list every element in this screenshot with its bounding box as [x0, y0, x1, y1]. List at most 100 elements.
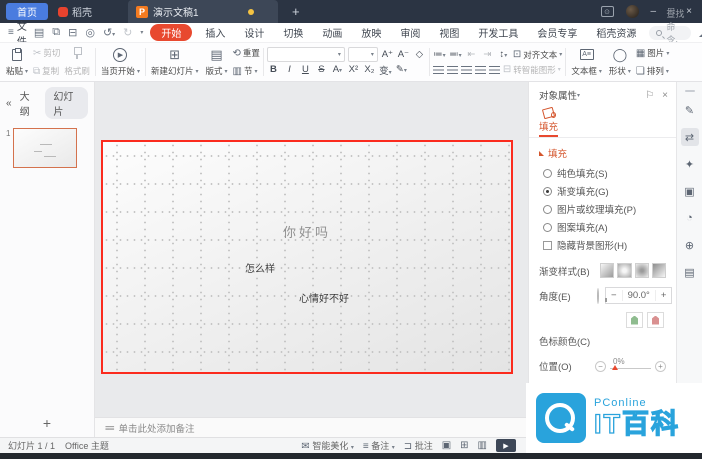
- ribbon-tab-animation[interactable]: 动画: [316, 24, 348, 41]
- gradient-swatch-2[interactable]: [617, 263, 631, 278]
- underline-button[interactable]: U: [299, 64, 312, 75]
- customize-quickbar-caret[interactable]: ▾: [140, 29, 143, 36]
- close-button[interactable]: ×: [686, 6, 692, 17]
- option-gradient-fill[interactable]: 渐变填充(G): [529, 182, 676, 200]
- ribbon-tab-devtools[interactable]: 开发工具: [472, 24, 524, 41]
- help-tool-icon[interactable]: ◔: [681, 209, 699, 227]
- effects-tool-icon[interactable]: ✦: [681, 155, 699, 173]
- slide-editing-area[interactable]: 你好吗 怎么样 心情好不好: [101, 140, 513, 374]
- position-decrease-button[interactable]: −: [595, 361, 606, 372]
- pin-panel-icon[interactable]: ⚐: [645, 90, 654, 101]
- ribbon-tab-home[interactable]: 开始: [150, 24, 192, 41]
- gradient-swatch-3[interactable]: [635, 263, 649, 278]
- start-slideshow-button[interactable]: ▶: [496, 439, 516, 452]
- slide-sorter-view-icon[interactable]: ⊞: [460, 440, 468, 451]
- ribbon-tab-slideshow[interactable]: 放映: [355, 24, 387, 41]
- resources-tool-icon[interactable]: ⊕: [681, 236, 699, 254]
- option-pattern-fill[interactable]: 图案填充(A): [529, 218, 676, 236]
- position-slider[interactable]: 0%: [610, 359, 651, 373]
- slide-text-3[interactable]: 心情好不好: [299, 290, 349, 305]
- theme-name[interactable]: Office 主题: [65, 439, 109, 452]
- slide-text-2[interactable]: 怎么样: [245, 260, 275, 275]
- angle-decrease-button[interactable]: −: [606, 290, 622, 301]
- panel-title[interactable]: 对象属性: [539, 88, 577, 102]
- remove-color-stop-button[interactable]: [647, 312, 664, 328]
- align-left-button[interactable]: [433, 66, 444, 74]
- reset-button[interactable]: ⟲重置: [232, 47, 259, 59]
- bold-button[interactable]: B: [267, 64, 280, 75]
- slide-title-text[interactable]: 你好吗: [103, 222, 511, 241]
- undo-button[interactable]: ↺▾: [103, 26, 115, 39]
- copy-button[interactable]: ⧉复制: [33, 65, 60, 77]
- add-slide-button[interactable]: +: [0, 415, 94, 431]
- angle-dial[interactable]: [597, 288, 599, 304]
- normal-view-icon[interactable]: ▣: [442, 440, 451, 451]
- increase-font-icon[interactable]: A⁺: [381, 49, 394, 60]
- ribbon-tab-review[interactable]: 审阅: [394, 24, 426, 41]
- export-icon[interactable]: ⧉: [52, 26, 60, 39]
- slide-thumbnail[interactable]: [13, 128, 77, 168]
- slides-tab[interactable]: 幻灯片: [45, 87, 88, 119]
- style-tool-icon[interactable]: ✎: [681, 101, 699, 119]
- align-center-button[interactable]: [447, 66, 458, 74]
- app-mode-icon[interactable]: ⊙: [601, 6, 614, 17]
- ribbon-tab-design[interactable]: 设计: [238, 24, 270, 41]
- font-size-select[interactable]: ▾: [348, 47, 378, 62]
- picture-button[interactable]: ▦图片▾: [636, 47, 669, 59]
- export-image-tool-icon[interactable]: ▤: [681, 263, 699, 281]
- option-solid-fill[interactable]: 纯色填充(S): [529, 164, 676, 182]
- distribute-button[interactable]: [489, 66, 500, 74]
- shapes-button[interactable]: ◯ 形状▾: [606, 45, 634, 79]
- font-color-button[interactable]: A▾: [331, 64, 344, 75]
- close-panel-icon[interactable]: ×: [662, 90, 668, 101]
- angle-increase-button[interactable]: +: [656, 290, 672, 301]
- ribbon-tab-member[interactable]: 会员专享: [531, 24, 583, 41]
- redo-button[interactable]: ↻: [123, 26, 132, 39]
- ribbon-tab-insert[interactable]: 插入: [199, 24, 231, 41]
- smart-beautify-button[interactable]: ✉ 智能美化 ▾: [301, 439, 353, 452]
- collapse-panel-button[interactable]: «: [6, 98, 12, 109]
- italic-button[interactable]: I: [283, 64, 296, 75]
- align-right-button[interactable]: [461, 66, 472, 74]
- play-from-current-button[interactable]: ▶ 当页开始▾: [99, 45, 142, 79]
- decrease-font-icon[interactable]: A⁻: [397, 49, 410, 60]
- subscript-button[interactable]: X₂: [363, 64, 376, 75]
- object-properties-tool-icon[interactable]: ⇄: [681, 128, 699, 146]
- justify-button[interactable]: [475, 66, 486, 74]
- format-painter-button[interactable]: 格式刷: [62, 45, 92, 79]
- print-preview-icon[interactable]: ◎: [85, 26, 95, 39]
- bullet-list-button[interactable]: ≔▾: [433, 49, 446, 60]
- strikethrough-button[interactable]: S: [315, 64, 328, 75]
- comments-button[interactable]: ⊐ 批注: [404, 439, 433, 452]
- fill-section-header[interactable]: 填充: [529, 138, 676, 164]
- text-effect-button[interactable]: 变▾: [379, 63, 392, 77]
- layout-tool-icon[interactable]: ▣: [681, 182, 699, 200]
- layout-button[interactable]: ▤ 版式▾: [202, 45, 230, 79]
- line-spacing-button[interactable]: ↕▾: [497, 49, 510, 60]
- cut-button[interactable]: ✂剪切: [33, 47, 60, 59]
- font-name-select[interactable]: ▾: [267, 47, 345, 62]
- user-avatar[interactable]: [626, 5, 639, 18]
- minimize-button[interactable]: –: [651, 6, 657, 17]
- numbered-list-button[interactable]: ≕▾: [449, 49, 462, 60]
- tab-document[interactable]: P 演示文稿1: [128, 0, 278, 23]
- paste-button[interactable]: 粘贴▾: [3, 45, 31, 79]
- ribbon-tab-view[interactable]: 视图: [433, 24, 465, 41]
- tab-docer[interactable]: 稻壳: [48, 3, 102, 20]
- notes-bar[interactable]: ≡≡ 单击此处添加备注: [95, 417, 528, 437]
- ribbon-tab-transition[interactable]: 切换: [277, 24, 309, 41]
- superscript-button[interactable]: X²: [347, 64, 360, 75]
- clear-format-icon[interactable]: ◇: [413, 49, 426, 60]
- reading-view-icon[interactable]: ▥: [478, 440, 487, 451]
- convert-smartart-button[interactable]: ⊟转智能图形▾: [503, 64, 561, 76]
- option-picture-fill[interactable]: 图片或纹理填充(P): [529, 200, 676, 218]
- highlight-color-button[interactable]: ✎▾: [395, 64, 408, 75]
- decrease-indent-button[interactable]: ⇤: [465, 49, 478, 60]
- print-icon[interactable]: ⊟: [68, 26, 77, 39]
- new-tab-button[interactable]: +: [292, 4, 300, 19]
- angle-value[interactable]: 90.0°: [622, 290, 656, 301]
- textbox-button[interactable]: A≡ 文本框▾: [569, 45, 604, 79]
- position-increase-button[interactable]: +: [655, 361, 666, 372]
- notes-button[interactable]: ≡ 备注 ▾: [363, 439, 395, 452]
- new-slide-button[interactable]: ⊞ 新建幻灯片▾: [149, 45, 201, 79]
